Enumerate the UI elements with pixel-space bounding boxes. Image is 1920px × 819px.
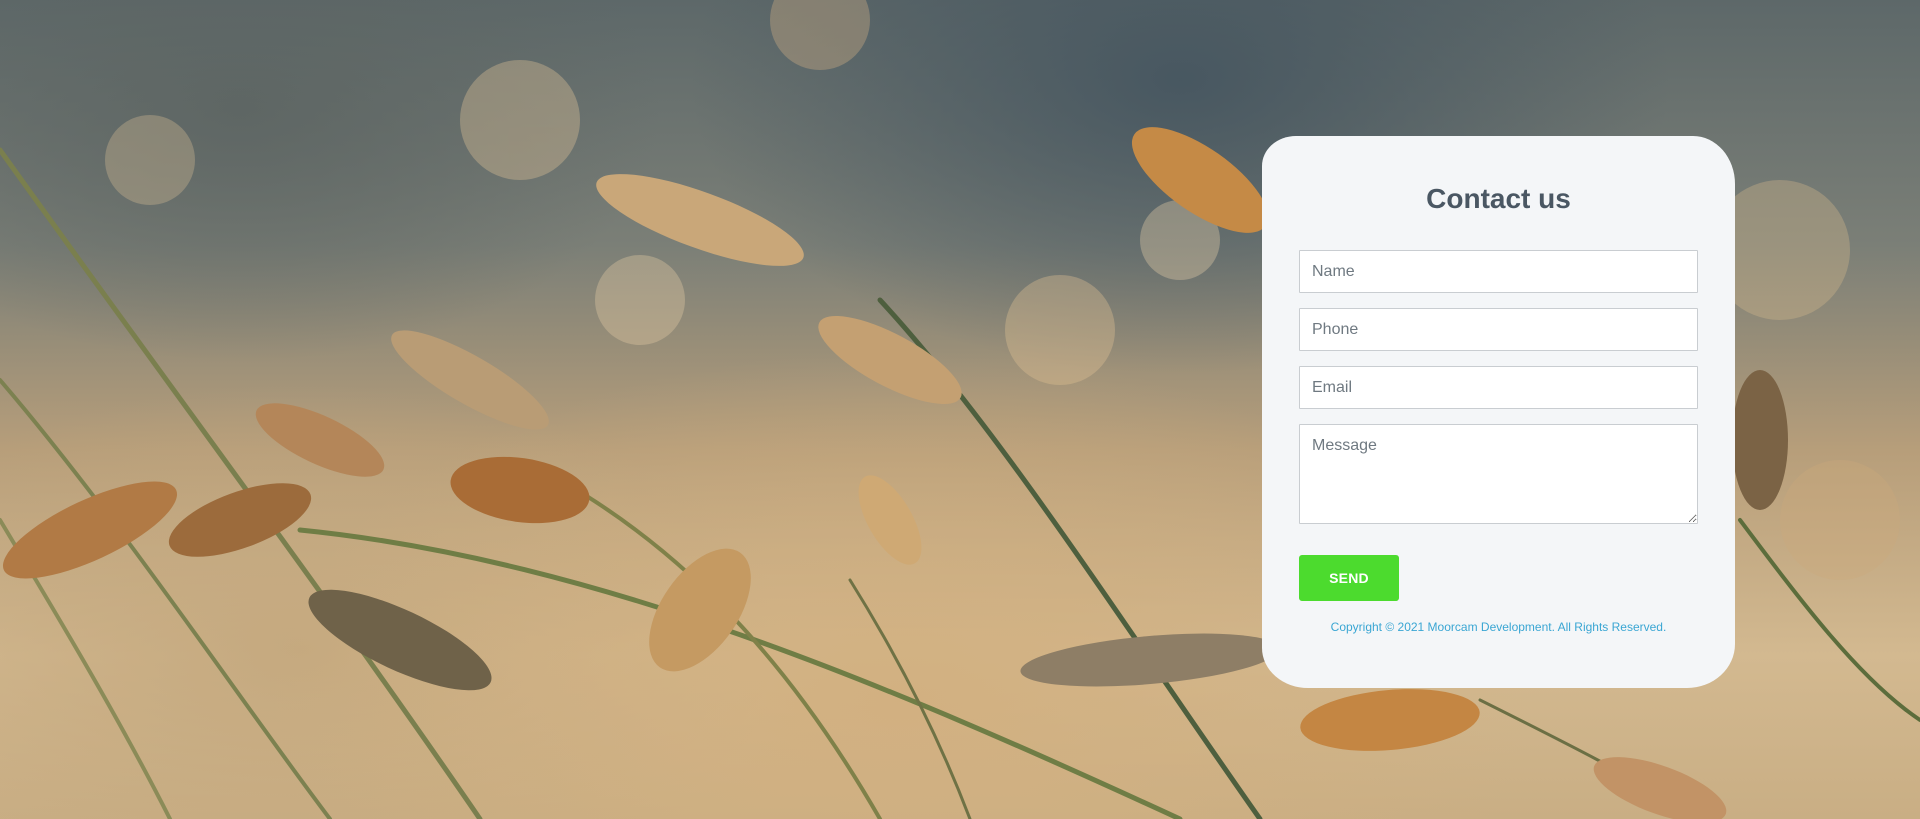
contact-form-card: Contact us SEND Copyright © 2021 Moorcam… bbox=[1262, 136, 1735, 688]
name-input[interactable] bbox=[1299, 250, 1698, 293]
phone-input[interactable] bbox=[1299, 308, 1698, 351]
contact-form-title: Contact us bbox=[1426, 183, 1571, 214]
email-input[interactable] bbox=[1299, 366, 1698, 409]
contact-form: SEND bbox=[1299, 250, 1698, 601]
copyright-text: Copyright © 2021 Moorcam Development. Al… bbox=[1330, 620, 1667, 634]
message-textarea[interactable] bbox=[1299, 424, 1698, 524]
send-button[interactable]: SEND bbox=[1299, 555, 1399, 601]
